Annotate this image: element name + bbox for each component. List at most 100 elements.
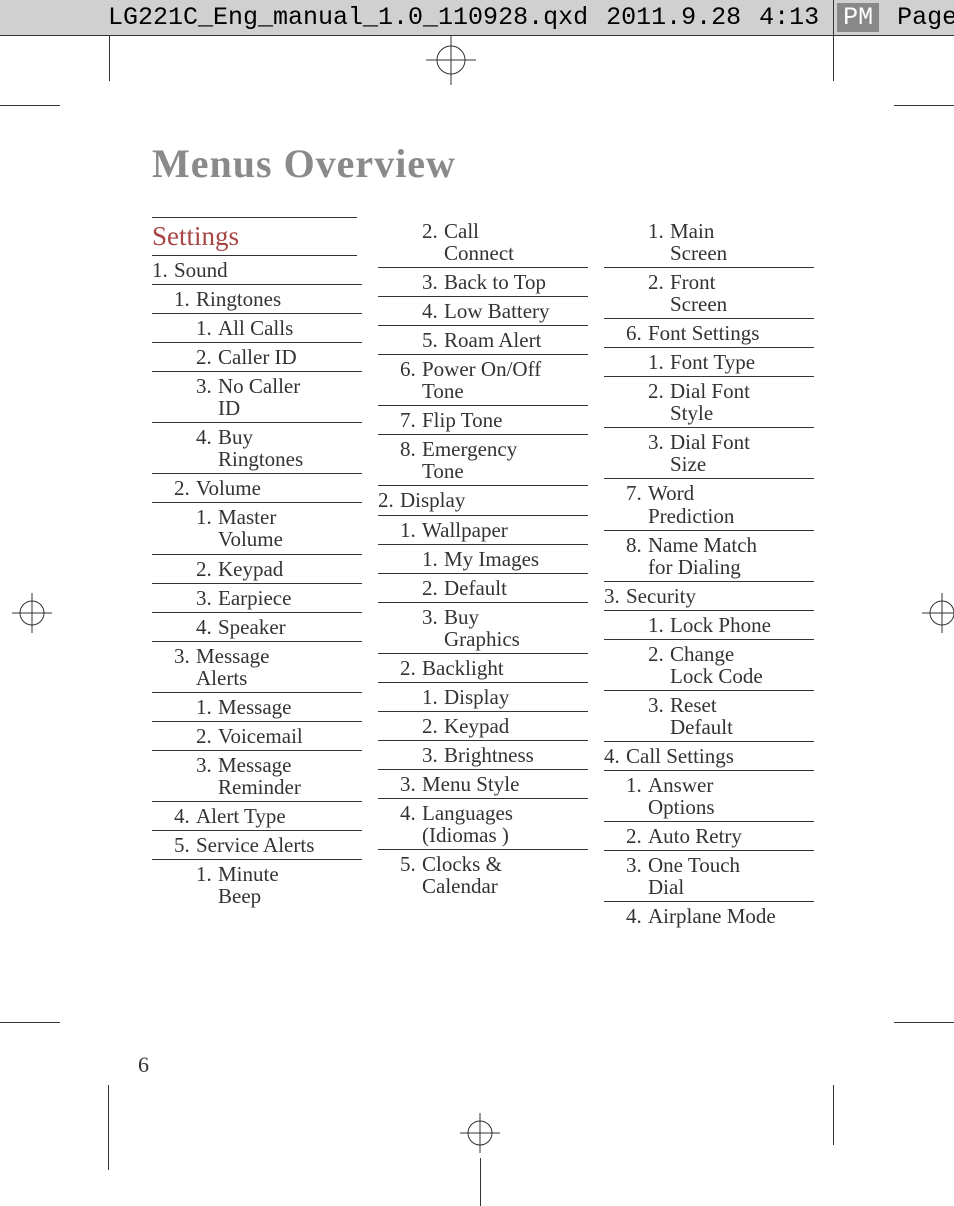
menu-item-label: All Calls xyxy=(218,317,293,339)
page-number: 6 xyxy=(138,1052,149,1078)
menu-item-label-line2: Calendar xyxy=(400,875,588,897)
menu-item-label: Wallpaper xyxy=(422,519,508,541)
menu-item-label: Earpiece xyxy=(218,587,291,609)
registration-mark-icon xyxy=(12,593,52,638)
menu-item-label: Front xyxy=(670,271,716,293)
menu-item: 2.Default xyxy=(378,573,588,602)
menu-item: 3.Security xyxy=(604,581,814,610)
menu-item-number: 3. xyxy=(174,645,196,667)
header-time: 4:13 xyxy=(759,3,819,32)
menu-item-label: Call xyxy=(444,220,479,242)
menu-item-number: 2. xyxy=(422,220,444,242)
crop-mark xyxy=(833,1085,834,1145)
menu-item-label: Airplane Mode xyxy=(648,905,776,927)
menu-item-label-line2: Size xyxy=(648,453,814,475)
menu-item: 3.MessageAlerts xyxy=(152,641,362,692)
menu-item-label-line2: ID xyxy=(196,397,362,419)
menu-item-label: One Touch xyxy=(648,854,740,876)
menu-item-number: 3. xyxy=(422,606,444,628)
menu-item-number: 4. xyxy=(196,426,218,448)
menu-item: 5.Clocks &Calendar xyxy=(378,849,588,900)
menu-item: 1.AnswerOptions xyxy=(604,770,814,821)
menu-item-label: Volume xyxy=(196,477,261,499)
menu-item-number: 2. xyxy=(196,346,218,368)
menu-item-number: 1. xyxy=(196,506,218,528)
menu-item-label: Roam Alert xyxy=(444,329,541,351)
menu-item-label: Message xyxy=(218,696,291,718)
menu-item-label-line2: (Idiomas ) xyxy=(400,824,588,846)
menu-item-label-line2: Tone xyxy=(400,380,588,402)
menu-item: 3.BuyGraphics xyxy=(378,602,588,653)
menu-item-number: 3. xyxy=(648,431,670,453)
menu-item-label-line2: Graphics xyxy=(422,628,588,650)
menu-item: 3.MessageReminder xyxy=(152,750,362,801)
menu-item-label-line2: Options xyxy=(626,796,814,818)
menu-item-number: 3. xyxy=(196,375,218,397)
menu-item-number: 8. xyxy=(626,534,648,556)
menu-item-label: Font Type xyxy=(670,351,755,373)
menu-item-number: 6. xyxy=(400,358,422,380)
menu-item-number: 4. xyxy=(400,802,422,824)
menu-list: 1.MainScreen2.FrontScreen6.Font Settings… xyxy=(604,217,814,930)
menu-item: 6.Power On/OffTone xyxy=(378,354,588,405)
menu-item: 3.Back to Top xyxy=(378,267,588,296)
menu-item-label: Brightness xyxy=(444,744,534,766)
menu-col-2: 2.CallConnect3.Back to Top4.Low Battery5… xyxy=(378,217,588,930)
menu-item-label: Dial Font xyxy=(670,380,750,402)
menu-item-label: Call Settings xyxy=(626,745,734,767)
menu-item-number: 6. xyxy=(626,322,648,344)
menu-item-label: Power On/Off xyxy=(422,358,541,380)
menu-item: 8.EmergencyTone xyxy=(378,434,588,485)
registration-mark-icon xyxy=(426,35,476,85)
menu-item-label: Font Settings xyxy=(648,322,759,344)
menu-item-number: 3. xyxy=(196,587,218,609)
menu-item-number: 2. xyxy=(422,715,444,737)
menu-item-number: 2. xyxy=(196,725,218,747)
menu-item: 4.Speaker xyxy=(152,612,362,641)
menu-item-number: 1. xyxy=(626,774,648,796)
menu-item: 2.Display xyxy=(378,485,588,514)
menu-item-label: Voicemail xyxy=(218,725,303,747)
header-meridiem: PM xyxy=(837,3,879,32)
menu-col-3: 1.MainScreen2.FrontScreen6.Font Settings… xyxy=(604,217,814,930)
crop-mark xyxy=(894,1022,954,1023)
menu-item: 4.Alert Type xyxy=(152,801,362,830)
menu-item-number: 1. xyxy=(196,863,218,885)
menu-item-label: Service Alerts xyxy=(196,834,314,856)
menu-item-number: 3. xyxy=(648,694,670,716)
menu-item-number: 3. xyxy=(626,854,648,876)
menu-item-label: Emergency xyxy=(422,438,517,460)
page-content: Menus Overview Settings 1.Sound1.Rington… xyxy=(152,140,832,930)
menu-item-number: 5. xyxy=(422,329,444,351)
menu-item-number: 3. xyxy=(422,271,444,293)
menu-item-label: Main xyxy=(670,220,714,242)
menu-item-label: Message xyxy=(196,645,269,667)
menu-item-number: 3. xyxy=(400,773,422,795)
menu-item-label-line2: Prediction xyxy=(626,505,814,527)
menu-item-label-line2: for Dialing xyxy=(626,556,814,578)
menu-item: 1.Lock Phone xyxy=(604,610,814,639)
menu-item-label-line2: Lock Code xyxy=(648,665,814,687)
menu-item: 1.Wallpaper xyxy=(378,515,588,544)
menu-item-number: 2. xyxy=(648,643,670,665)
menu-item-number: 1. xyxy=(648,220,670,242)
menu-item-label: Lock Phone xyxy=(670,614,771,636)
menu-item: 2.Keypad xyxy=(378,711,588,740)
menu-col-1: Settings 1.Sound1.Ringtones1.All Calls2.… xyxy=(152,217,362,930)
menu-item-number: 5. xyxy=(400,853,422,875)
menu-item-label: Name Match xyxy=(648,534,757,556)
menu-item: 2.Caller ID xyxy=(152,342,362,371)
menu-item-number: 1. xyxy=(152,259,174,281)
page-title: Menus Overview xyxy=(152,140,832,187)
menu-item: 4.Airplane Mode xyxy=(604,901,814,930)
crop-mark xyxy=(833,36,834,81)
menu-item-number: 1. xyxy=(196,696,218,718)
menu-item-label: No Caller xyxy=(218,375,300,397)
menu-item-number: 2. xyxy=(626,825,648,847)
menu-item-label: Alert Type xyxy=(196,805,286,827)
menu-item-label-line2: Tone xyxy=(400,460,588,482)
menu-item: 3.Earpiece xyxy=(152,583,362,612)
menu-item-number: 3. xyxy=(422,744,444,766)
menu-item: 1.My Images xyxy=(378,544,588,573)
menu-item-label-line2: Style xyxy=(648,402,814,424)
